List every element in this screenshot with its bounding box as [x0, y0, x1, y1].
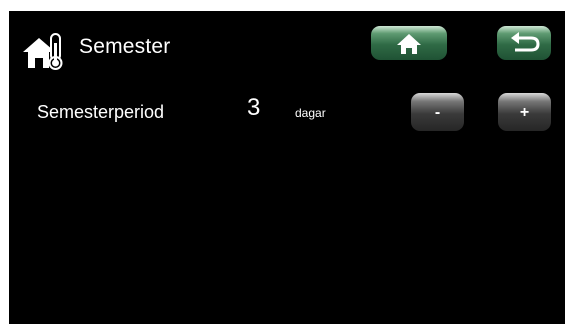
increase-button[interactable]: + — [498, 93, 551, 131]
house-thermometer-icon — [21, 31, 63, 71]
setting-value: 3 — [247, 94, 261, 121]
setting-unit: dagar — [295, 106, 326, 120]
setting-label: Semesterperiod — [37, 102, 165, 122]
minus-icon: - — [434, 104, 441, 121]
display-screen: Semester Semesterperiod 3 dagar - + — [9, 11, 565, 324]
decrease-button[interactable]: - — [411, 93, 464, 131]
page-title: Semester — [79, 35, 171, 58]
back-button[interactable] — [497, 26, 551, 60]
home-button[interactable] — [371, 26, 447, 60]
home-icon — [397, 34, 421, 54]
back-arrow-icon — [511, 32, 540, 52]
plus-icon: + — [519, 104, 530, 121]
